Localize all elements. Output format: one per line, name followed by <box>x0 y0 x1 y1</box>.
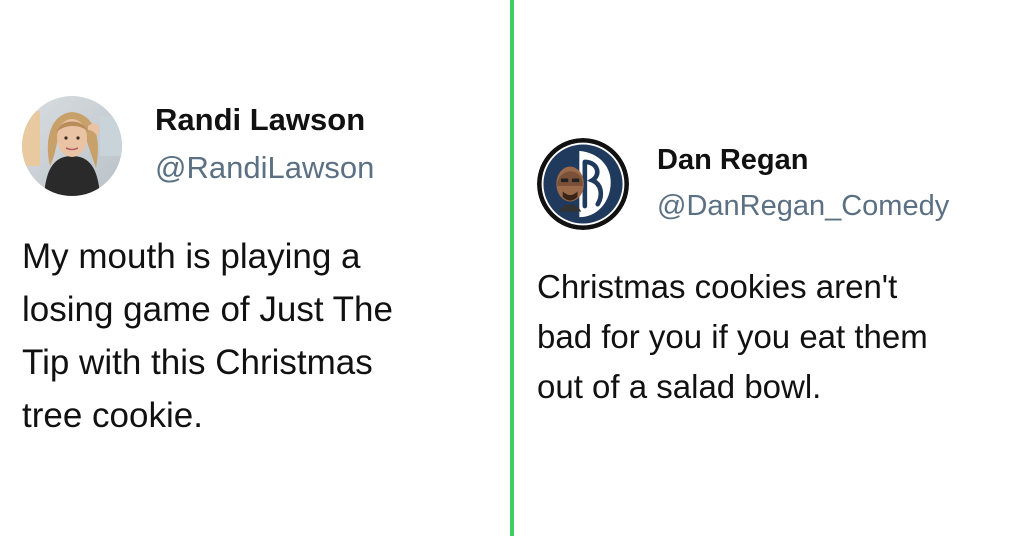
tweet-text: My mouth is playing a losing game of Jus… <box>22 237 393 435</box>
tweet-card-dan: Dan Regan @DanRegan_Comedy Christmas coo… <box>537 138 1012 405</box>
tweet-header: Randi Lawson @RandiLawson <box>22 96 492 198</box>
avatar-photo-graphic <box>22 96 122 196</box>
tweet-header: Dan Regan @DanRegan_Comedy <box>537 138 1012 240</box>
profile-photo-icon[interactable] <box>22 96 122 196</box>
meme-canvas: Randi Lawson @RandiLawson My mouth is pl… <box>0 0 1024 536</box>
dr-logo-avatar-icon[interactable] <box>537 138 629 230</box>
green-divider <box>510 0 514 536</box>
display-name[interactable]: Randi Lawson <box>155 102 365 138</box>
user-handle[interactable]: @RandiLawson <box>155 150 374 186</box>
avatar-logo-graphic <box>537 138 629 230</box>
tweet-text: Christmas cookies aren't bad for you if … <box>537 268 928 405</box>
display-name[interactable]: Dan Regan <box>657 144 808 177</box>
user-handle[interactable]: @DanRegan_Comedy <box>657 190 949 223</box>
tweet-card-randi: Randi Lawson @RandiLawson My mouth is pl… <box>22 96 492 435</box>
